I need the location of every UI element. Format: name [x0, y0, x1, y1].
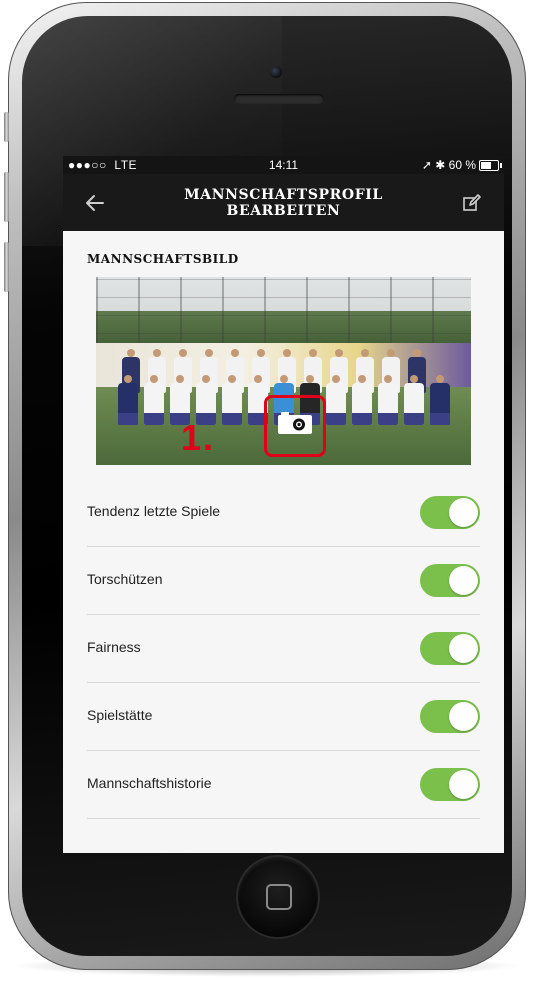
toggle-label: Torschützen	[87, 571, 163, 587]
player-head	[384, 375, 392, 383]
battery-fill	[481, 162, 491, 169]
player-head	[205, 349, 213, 357]
location-icon: ➚	[421, 158, 432, 172]
page-title-line2: BEARBEITEN	[226, 203, 341, 219]
photo-player	[222, 375, 242, 425]
player-head	[228, 375, 236, 383]
player-shorts	[378, 413, 398, 425]
player-shorts	[222, 413, 242, 425]
toggle-row-mannschaftshistorie: Mannschaftshistorie	[87, 751, 480, 819]
player-head	[361, 349, 369, 357]
page-title-line1: MANNSCHAFTSPROFIL	[184, 187, 383, 203]
player-head	[358, 375, 366, 383]
app-screen: ●●●○○ LTE 14:11 ➚ ✱ 60 % MANNSCHAFTSPROF…	[63, 156, 504, 853]
battery-percent: 60 %	[448, 158, 476, 172]
photo-player	[326, 375, 346, 425]
player-head	[335, 349, 343, 357]
photo-player	[430, 375, 450, 425]
toggle-label: Tendenz letzte Spiele	[87, 503, 221, 519]
player-head	[254, 375, 262, 383]
player-head	[231, 349, 239, 357]
toggle-label: Fairness	[87, 639, 141, 655]
player-shorts	[430, 413, 450, 425]
player-head	[150, 375, 158, 383]
status-bar: ●●●○○ LTE 14:11 ➚ ✱ 60 %	[63, 156, 504, 174]
player-head	[280, 375, 288, 383]
toggle-row-spielstaette: Spielstätte	[87, 683, 480, 751]
battery-icon	[479, 160, 502, 171]
toggle-switch[interactable]	[420, 564, 480, 597]
player-head	[306, 375, 314, 383]
toggle-knob	[449, 634, 478, 663]
photo-player	[118, 375, 138, 425]
toggle-switch[interactable]	[420, 700, 480, 733]
team-photo[interactable]: 1.	[96, 277, 471, 465]
page-title: MANNSCHAFTSPROFIL BEARBEITEN	[133, 187, 434, 219]
front-camera	[270, 66, 282, 78]
mute-switch	[4, 112, 9, 142]
home-square-icon	[266, 884, 292, 910]
home-button[interactable]	[238, 857, 318, 937]
toggle-label: Spielstätte	[87, 707, 153, 723]
player-head	[202, 375, 210, 383]
player-head	[436, 375, 444, 383]
photo-player	[352, 375, 372, 425]
toggle-knob	[449, 702, 478, 731]
nav-bar: MANNSCHAFTSPROFIL BEARBEITEN	[63, 174, 504, 231]
toggle-row-fairness: Fairness	[87, 615, 480, 683]
player-head	[387, 349, 395, 357]
photo-player	[378, 375, 398, 425]
player-head	[309, 349, 317, 357]
toggle-switch[interactable]	[420, 768, 480, 801]
player-shorts	[118, 413, 138, 425]
photo-fence	[96, 277, 471, 352]
player-shorts	[144, 413, 164, 425]
section-title: MANNSCHAFTSBILD	[87, 252, 239, 266]
toggle-switch[interactable]	[420, 632, 480, 665]
toggle-knob	[449, 770, 478, 799]
player-head	[410, 375, 418, 383]
volume-down-button	[4, 242, 9, 292]
player-head	[153, 349, 161, 357]
camera-icon[interactable]	[277, 411, 313, 435]
bluetooth-icon: ✱	[435, 158, 446, 172]
player-head	[127, 349, 135, 357]
volume-up-button	[4, 172, 9, 222]
player-head	[257, 349, 265, 357]
toggle-label: Mannschaftshistorie	[87, 775, 212, 791]
camera-highlight[interactable]	[264, 395, 326, 457]
content: MANNSCHAFTSBILD 1. Tendenz letzte Spiele…	[63, 252, 504, 819]
player-head	[332, 375, 340, 383]
toggle-knob	[449, 498, 478, 527]
player-shorts	[404, 413, 424, 425]
status-right: ➚ ✱ 60 %	[422, 158, 476, 172]
step-label: 1.	[181, 417, 216, 458]
player-head	[124, 375, 132, 383]
player-shorts	[326, 413, 346, 425]
edit-icon[interactable]	[462, 193, 482, 213]
arrow-left-icon[interactable]	[83, 191, 107, 215]
toggle-knob	[449, 566, 478, 595]
player-head	[176, 375, 184, 383]
toggle-switch[interactable]	[420, 496, 480, 529]
player-head	[413, 349, 421, 357]
photo-player	[404, 375, 424, 425]
earpiece-speaker	[234, 94, 324, 104]
player-head	[179, 349, 187, 357]
photo-player	[144, 375, 164, 425]
player-shorts	[352, 413, 372, 425]
toggle-row-tendenz: Tendenz letzte Spiele	[87, 479, 480, 547]
toggle-row-torschuetzen: Torschützen	[87, 547, 480, 615]
player-head	[283, 349, 291, 357]
